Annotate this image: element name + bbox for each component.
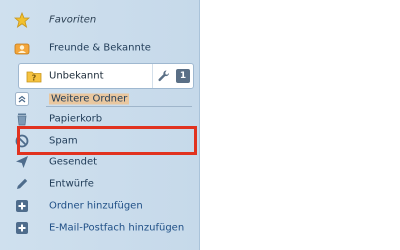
main-content-area — [200, 0, 400, 250]
sidebar-item-label: Spam — [49, 135, 78, 147]
sidebar-item-papierkorb[interactable]: Papierkorb — [0, 108, 200, 130]
plus-icon — [14, 220, 30, 236]
blocked-icon — [14, 133, 30, 149]
contact-icon[interactable]: 1 — [176, 69, 190, 83]
star-icon — [14, 12, 30, 28]
sidebar-item-favoriten[interactable]: Favoriten — [0, 9, 200, 31]
sidebar-item-gesendet[interactable]: Gesendet — [0, 151, 200, 173]
sidebar-item-label: Papierkorb — [49, 113, 103, 125]
sidebar-item-freunde-bekannte[interactable]: Freunde & Bekannte — [0, 37, 200, 59]
sidebar-item-label: Freunde & Bekannte — [49, 42, 151, 54]
sidebar-item-label: Entwürfe — [49, 178, 94, 190]
divider — [46, 106, 192, 107]
folder-sidebar: Favoriten Freunde & Bekannte ? Unbekannt — [0, 0, 200, 250]
wrench-icon[interactable] — [157, 69, 171, 83]
sidebar-item-label: Unbekannt — [49, 70, 104, 82]
pencil-icon — [14, 176, 30, 192]
folder-question-icon: ? — [26, 68, 42, 84]
sidebar-item-label: Favoriten — [49, 14, 97, 26]
add-mailbox-link[interactable]: E-Mail-Postfach hinzufügen — [0, 217, 200, 239]
add-mailbox-label: E-Mail-Postfach hinzufügen — [49, 222, 185, 234]
trash-icon — [14, 111, 30, 127]
collapse-icon — [14, 91, 30, 107]
contact-card-icon — [14, 40, 30, 56]
add-folder-label: Ordner hinzufügen — [49, 200, 143, 212]
add-folder-link[interactable]: Ordner hinzufügen — [0, 195, 200, 217]
send-icon — [14, 154, 30, 170]
plus-icon — [14, 198, 30, 214]
sidebar-item-label: Gesendet — [49, 156, 98, 168]
divider — [152, 64, 153, 88]
sidebar-item-spam[interactable]: Spam — [0, 130, 200, 152]
svg-text:?: ? — [32, 74, 37, 83]
sidebar-item-entwuerfe[interactable]: Entwürfe — [0, 173, 200, 195]
sidebar-item-unbekannt[interactable]: ? Unbekannt 1 — [18, 63, 194, 89]
sidebar-section-label: Weitere Ordner — [49, 93, 130, 105]
